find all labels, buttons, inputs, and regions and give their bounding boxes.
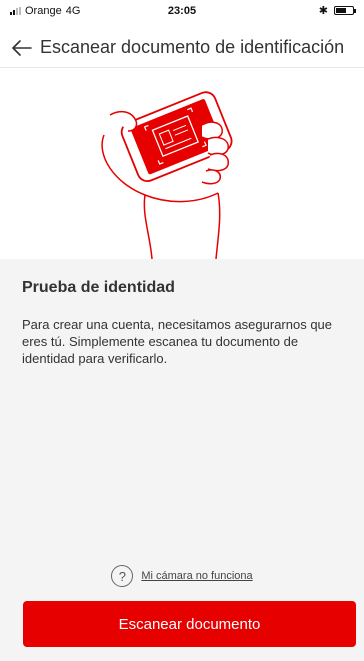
arrow-left-icon: [12, 39, 32, 56]
status-bar: Orange 4G 23:05 ✱: [0, 0, 364, 24]
question-circle-icon: ?: [111, 565, 134, 587]
screen: Orange 4G 23:05 ✱ Escanear documento de …: [0, 0, 364, 661]
bluetooth-icon: ✱: [318, 5, 328, 17]
status-right: ✱: [318, 4, 356, 17]
page-title: Escanear documento de identificación: [40, 37, 345, 57]
description-text: Para crear una cuenta, necesitamos asegu…: [22, 317, 333, 366]
app-header: Escanear documento de identificación: [0, 28, 364, 68]
camera-help-row: ? Mi cámara no funciona: [0, 565, 364, 587]
content-panel: Prueba de identidad Para crear una cuent…: [0, 259, 364, 661]
back-button[interactable]: [4, 28, 40, 68]
section-heading: Prueba de identidad: [22, 279, 175, 296]
battery-icon: [334, 6, 356, 15]
camera-not-working-link[interactable]: Mi cámara no funciona: [141, 570, 252, 582]
battery-fill: [336, 8, 346, 13]
hand-holding-phone-id-icon: [101, 91, 233, 259]
status-time: 23:05: [167, 5, 197, 17]
scan-document-button[interactable]: Escanear documento: [23, 601, 356, 647]
illustration: [0, 69, 364, 259]
